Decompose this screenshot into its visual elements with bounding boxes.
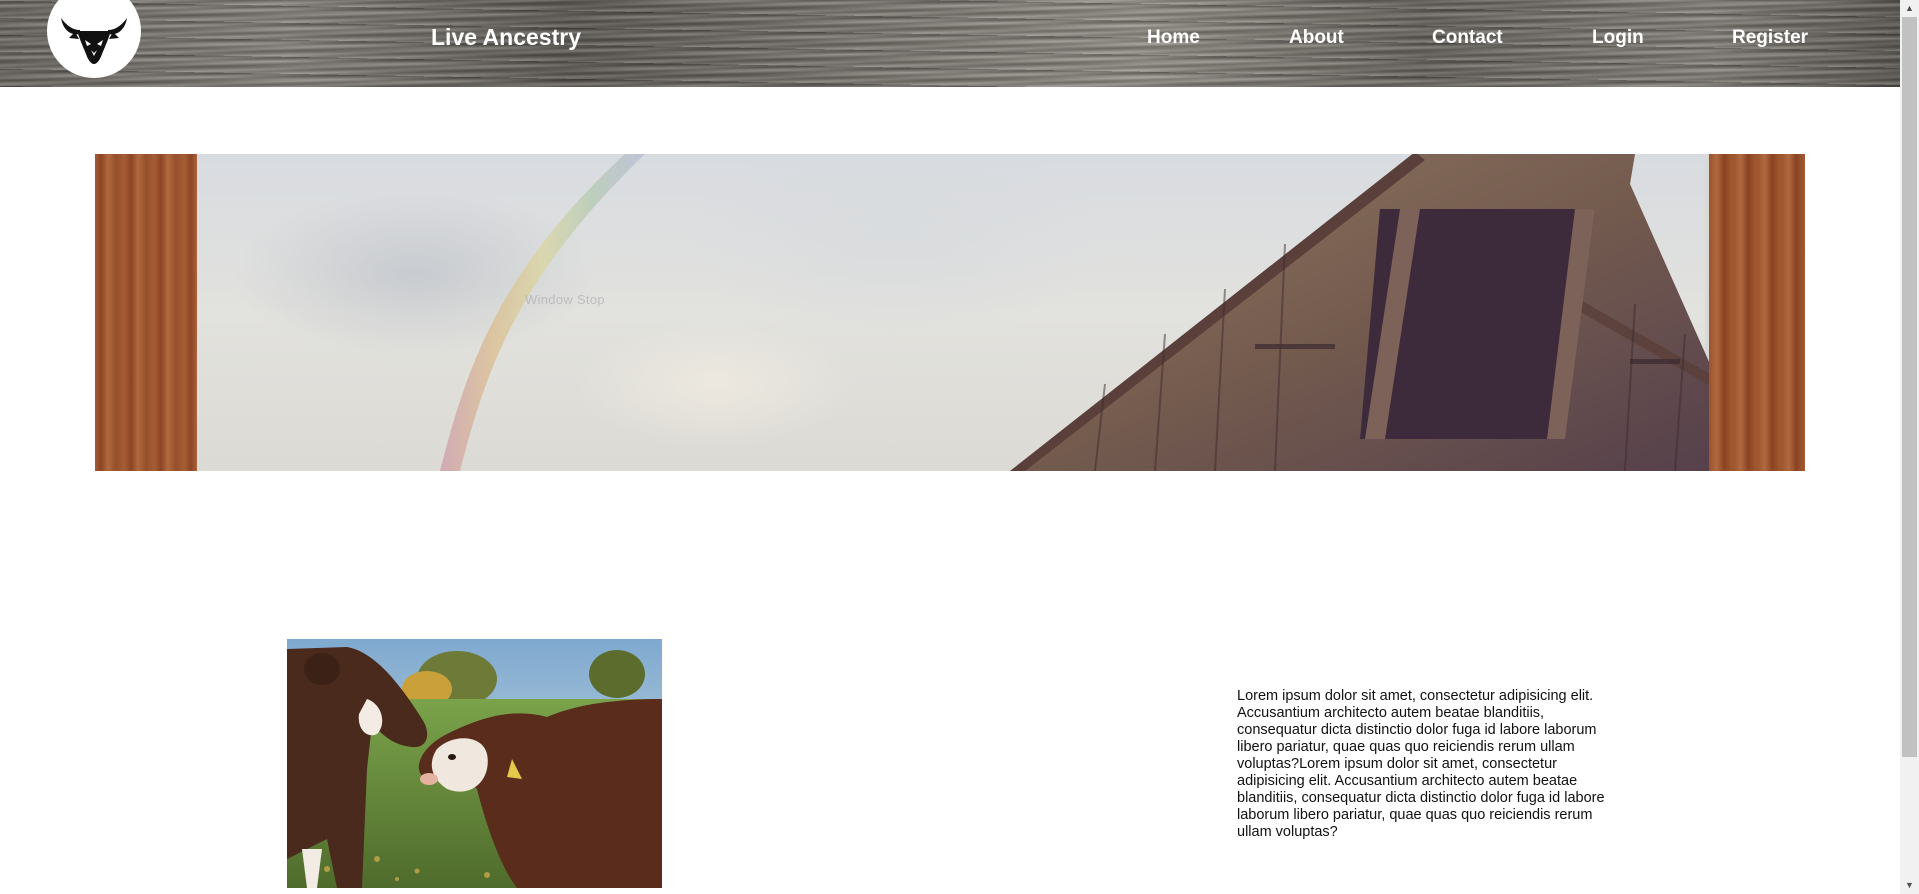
frame-left-wood [95, 154, 197, 471]
site-header: Live Ancestry Home About Contact Login R… [0, 0, 1900, 87]
barn-rainbow-illustration [440, 154, 1710, 471]
frame-right-wood [1709, 154, 1805, 471]
bull-logo-icon[interactable] [47, 0, 141, 78]
scroll-up-arrow-icon[interactable]: ▲ [1900, 0, 1919, 17]
nav-about-link[interactable]: About [1289, 27, 1344, 49]
scroll-down-arrow-icon[interactable]: ▼ [1900, 877, 1919, 894]
nav-home-link[interactable]: Home [1147, 27, 1200, 49]
page-scrollbar[interactable]: ▲ ▼ [1900, 0, 1919, 894]
hero-caption: Window Stop [525, 292, 605, 307]
intro-paragraph: Lorem ipsum dolor sit amet, consectetur … [1237, 688, 1605, 840]
nav-register-link[interactable]: Register [1732, 27, 1808, 49]
cows-photo [287, 639, 662, 888]
brand-title[interactable]: Live Ancestry [431, 24, 581, 51]
hero-banner-image: Window Stop [95, 154, 1805, 471]
scroll-thumb[interactable] [1902, 17, 1917, 757]
nav-contact-link[interactable]: Contact [1432, 27, 1503, 49]
nav-login-link[interactable]: Login [1592, 27, 1644, 49]
